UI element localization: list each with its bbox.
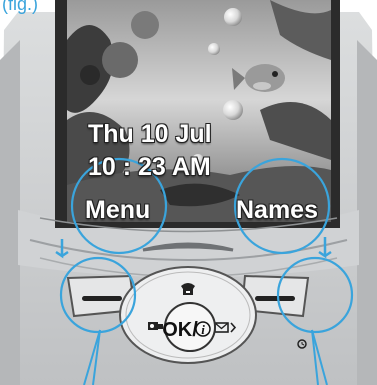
softkey-left-label: Menu — [85, 196, 151, 224]
navigation-pad[interactable]: OK/ i — [119, 266, 257, 364]
phone-display — [55, 0, 340, 228]
svg-text:i: i — [201, 322, 205, 337]
figure-label: (fig.) — [2, 0, 38, 14]
phone-illustration: OK/ i — [0, 0, 377, 385]
svg-text:OK/: OK/ — [162, 319, 198, 341]
phone-figure: OK/ i (fig.) Thu 10 Jul 10: 23 AM Menu … — [0, 0, 377, 385]
clock-date: Thu 10 Jul — [88, 120, 212, 148]
phone-icon[interactable] — [181, 283, 195, 295]
softkey-right-label: Names — [236, 196, 318, 224]
clock-time: 10 : 23 AM — [88, 153, 211, 181]
